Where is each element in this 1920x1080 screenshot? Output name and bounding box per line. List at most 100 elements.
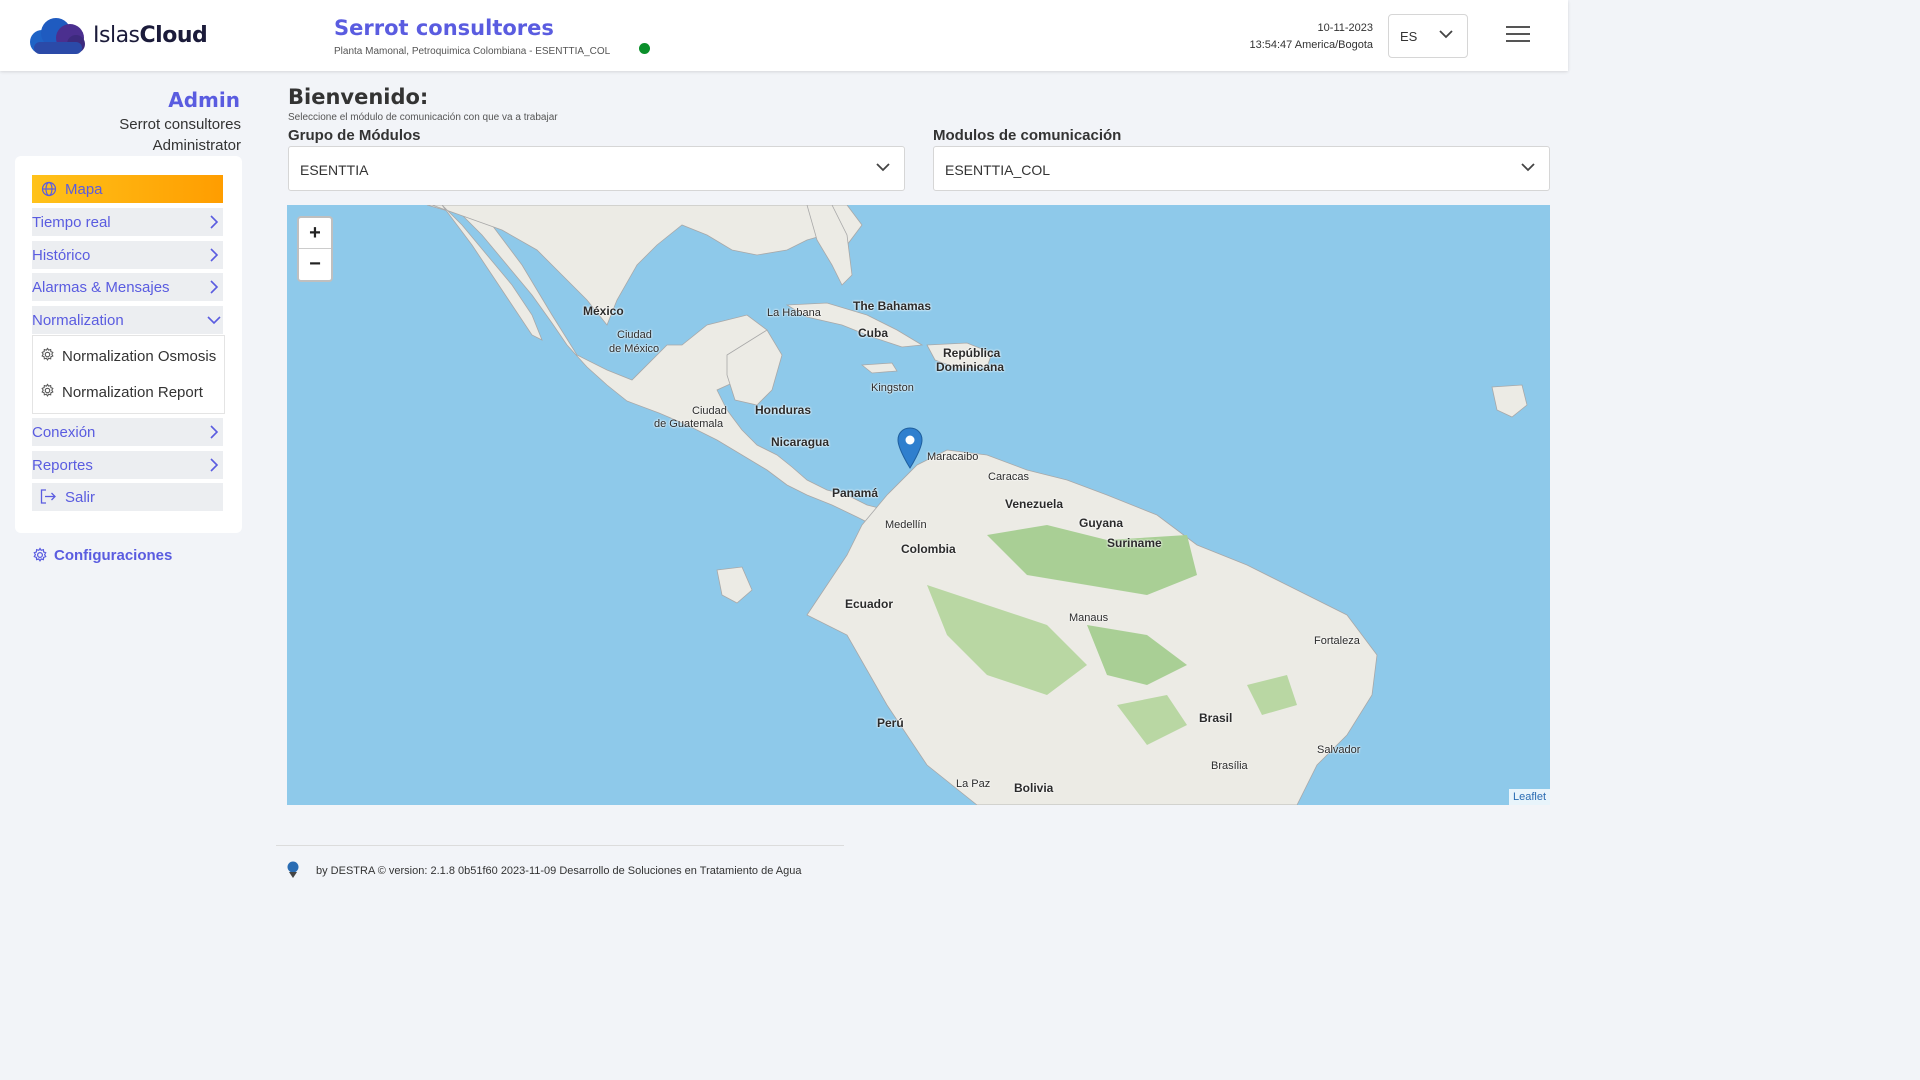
sidebar-menu: Mapa Tiempo real Histórico Alarmas & Men… (15, 156, 242, 533)
map-label: de México (609, 343, 660, 355)
chevron-right-icon (210, 215, 219, 229)
chevron-right-icon (210, 248, 219, 262)
map-label: Panamá (832, 486, 879, 500)
map-label: Bolivia (1014, 781, 1054, 795)
map-label: Manaus (1069, 612, 1109, 624)
chevron-right-icon (210, 425, 219, 439)
connection-status-indicator (639, 43, 650, 54)
communication-module-value: ESENTTIA_COL (945, 162, 1051, 178)
map-label: Cuba (858, 326, 888, 340)
sidebar-item-label: Mapa (65, 181, 103, 198)
zoom-out-button[interactable]: − (299, 249, 331, 279)
module-label: Modulos de comunicación (933, 127, 1122, 144)
current-time: 13:54:47 America/Bogota (1249, 39, 1373, 51)
map-label: Fortaleza (1314, 635, 1360, 647)
map-label: México (583, 304, 624, 318)
map-label: Suriname (1107, 536, 1162, 550)
map-label: Maracaibo (927, 451, 979, 463)
submenu-item-label: Normalization Osmosis (62, 348, 217, 365)
map-label: Honduras (755, 403, 812, 417)
submenu-item-normalization-osmosis[interactable]: Normalization Osmosis (40, 345, 220, 367)
cloud-logo-icon (30, 18, 85, 54)
company-title: Serrot consultores (334, 16, 554, 40)
map-view[interactable]: + − México Ciudad de México La Habana Th… (287, 205, 1550, 805)
sidebar-item-conexion[interactable]: Conexión (32, 418, 223, 446)
footer-divider (276, 845, 844, 846)
sidebar-item-label: Reportes (32, 457, 93, 474)
submenu-item-label: Normalization Report (62, 384, 203, 401)
map-label: Ciudad (617, 329, 652, 341)
map-label: Salvador (1317, 744, 1361, 756)
plant-subtitle: Planta Mamonal, Petroquimica Colombiana … (334, 46, 611, 57)
sidebar-item-label: Histórico (32, 247, 91, 264)
map-label: Medellín (885, 519, 927, 531)
map-label: Ecuador (845, 597, 894, 611)
sidebar-item-label: Tiempo real (32, 214, 111, 231)
chevron-right-icon (210, 458, 219, 472)
map-label: Perú (877, 716, 904, 730)
footer-text: by DESTRA © version: 2.1.8 0b51f60 2023-… (316, 865, 802, 877)
module-group-select[interactable]: ESENTTIA (288, 146, 905, 191)
welcome-subtitle: Seleccione el módulo de comunicación con… (288, 112, 558, 123)
gear-icon (33, 547, 47, 562)
map-label: Ciudad (692, 405, 727, 417)
top-header: IslasCloud Serrot consultores Planta Mam… (0, 0, 1568, 71)
map-label: Brasília (1211, 760, 1248, 772)
sidebar-item-historico[interactable]: Histórico (32, 241, 223, 269)
user-role: Administrator (152, 137, 241, 154)
group-label: Grupo de Módulos (288, 127, 421, 144)
sidebar-item-label: Conexión (32, 424, 96, 441)
leaflet-attribution[interactable]: Leaflet (1508, 789, 1550, 805)
sidebar-item-mapa[interactable]: Mapa (32, 175, 223, 203)
map-label: Guyana (1079, 516, 1124, 530)
chevron-down-icon (876, 163, 890, 172)
map-label: Nicaragua (771, 435, 830, 449)
islascloud-logo[interactable]: IslasCloud (28, 16, 208, 56)
logout-icon (40, 489, 56, 504)
sidebar-item-label: Normalization (32, 312, 124, 329)
map-label: Venezuela (1005, 497, 1064, 511)
sidebar-item-tiempo-real[interactable]: Tiempo real (32, 208, 223, 236)
chevron-down-icon (207, 316, 221, 325)
welcome-title: Bienvenido: (288, 85, 429, 109)
zoom-control: + − (297, 216, 333, 282)
submenu-item-normalization-report[interactable]: Normalization Report (40, 381, 220, 403)
map-label: República (943, 346, 1001, 360)
sidebar-item-reportes[interactable]: Reportes (32, 451, 223, 479)
sidebar-item-normalization[interactable]: Normalization (32, 306, 223, 334)
user-company: Serrot consultores (119, 116, 241, 133)
zoom-in-button[interactable]: + (299, 218, 331, 249)
map-label: Dominicana (936, 360, 1005, 374)
chevron-right-icon (210, 280, 219, 294)
language-value: ES (1400, 29, 1418, 44)
gear-icon (41, 347, 54, 361)
configuraciones-label: Configuraciones (54, 547, 173, 564)
normalization-submenu: Normalization Osmosis Normalization Repo… (32, 335, 225, 414)
destra-logo-icon (287, 861, 299, 878)
globe-icon (41, 181, 57, 197)
chevron-down-icon (1439, 30, 1453, 39)
language-select[interactable]: ES (1388, 14, 1468, 58)
sidebar-item-label: Salir (65, 489, 96, 506)
role-title: Admin (168, 88, 240, 112)
map-label: Caracas (988, 471, 1029, 483)
map-label: La Paz (956, 778, 991, 790)
gear-icon (41, 383, 54, 397)
map-label: La Habana (767, 307, 821, 319)
hamburger-menu-button[interactable] (1506, 26, 1530, 46)
location-marker-icon[interactable] (897, 427, 923, 469)
map-label: Brasil (1199, 711, 1233, 725)
sidebar-item-alarmas[interactable]: Alarmas & Mensajes (32, 273, 223, 301)
chevron-down-icon (1521, 163, 1535, 172)
communication-module-select[interactable]: ESENTTIA_COL (933, 146, 1550, 191)
brand-name: IslasCloud (93, 23, 208, 48)
sidebar-item-salir[interactable]: Salir (32, 483, 223, 511)
map-label: Colombia (901, 542, 956, 556)
map-label: The Bahamas (853, 299, 932, 313)
map-label: Kingston (871, 382, 914, 394)
map-tiles (426, 205, 1528, 805)
current-date: 10-11-2023 (1317, 22, 1373, 34)
module-group-value: ESENTTIA (300, 162, 369, 178)
sidebar-item-label: Alarmas & Mensajes (32, 279, 170, 296)
map-label: de Guatemala (654, 418, 724, 430)
